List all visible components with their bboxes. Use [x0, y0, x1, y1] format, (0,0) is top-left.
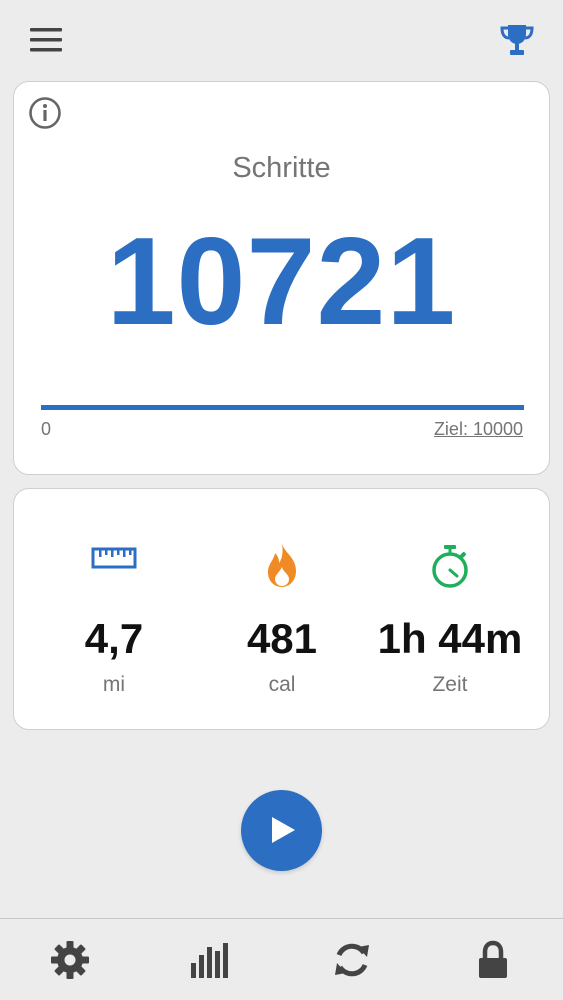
time-unit: Zeit — [432, 673, 468, 696]
distance-stat: 4,7 mi — [29, 489, 199, 729]
steps-count: 10721 — [106, 213, 457, 351]
steps-label: Schritte — [232, 152, 331, 184]
steps-card: Schritte 10721 0 Ziel: 10000 — [13, 81, 550, 475]
time-value: 1h 44m — [377, 615, 523, 662]
ruler-icon — [91, 545, 137, 576]
stopwatch-icon — [430, 543, 470, 594]
bar-chart-icon — [191, 943, 228, 978]
calories-unit: cal — [268, 673, 296, 696]
bottom-navigation — [0, 918, 563, 1000]
statistics-button[interactable] — [171, 919, 251, 1000]
steps-progress-bar — [41, 405, 524, 410]
reset-button[interactable] — [312, 919, 392, 1000]
menu-icon[interactable] — [28, 26, 64, 54]
refresh-icon — [335, 943, 369, 977]
lock-button[interactable] — [453, 919, 533, 1000]
gear-icon — [51, 941, 89, 979]
goal-link[interactable]: Ziel: 10000 — [434, 419, 523, 440]
settings-button[interactable] — [30, 919, 110, 1000]
info-icon[interactable] — [28, 96, 62, 130]
lock-icon — [479, 940, 507, 978]
top-bar — [0, 0, 563, 80]
steps-progress-fill — [41, 405, 524, 410]
play-icon — [272, 817, 295, 843]
time-stat: 1h 44m Zeit — [365, 489, 535, 729]
progress-min-label: 0 — [41, 419, 52, 439]
flame-icon — [264, 541, 300, 594]
calories-stat: 481 cal — [197, 489, 367, 729]
distance-unit: mi — [102, 673, 126, 696]
trophy-icon[interactable] — [500, 22, 534, 58]
stats-card: 4,7 mi 481 cal 1h 44m Zeit — [13, 488, 550, 730]
play-button[interactable] — [241, 790, 322, 871]
